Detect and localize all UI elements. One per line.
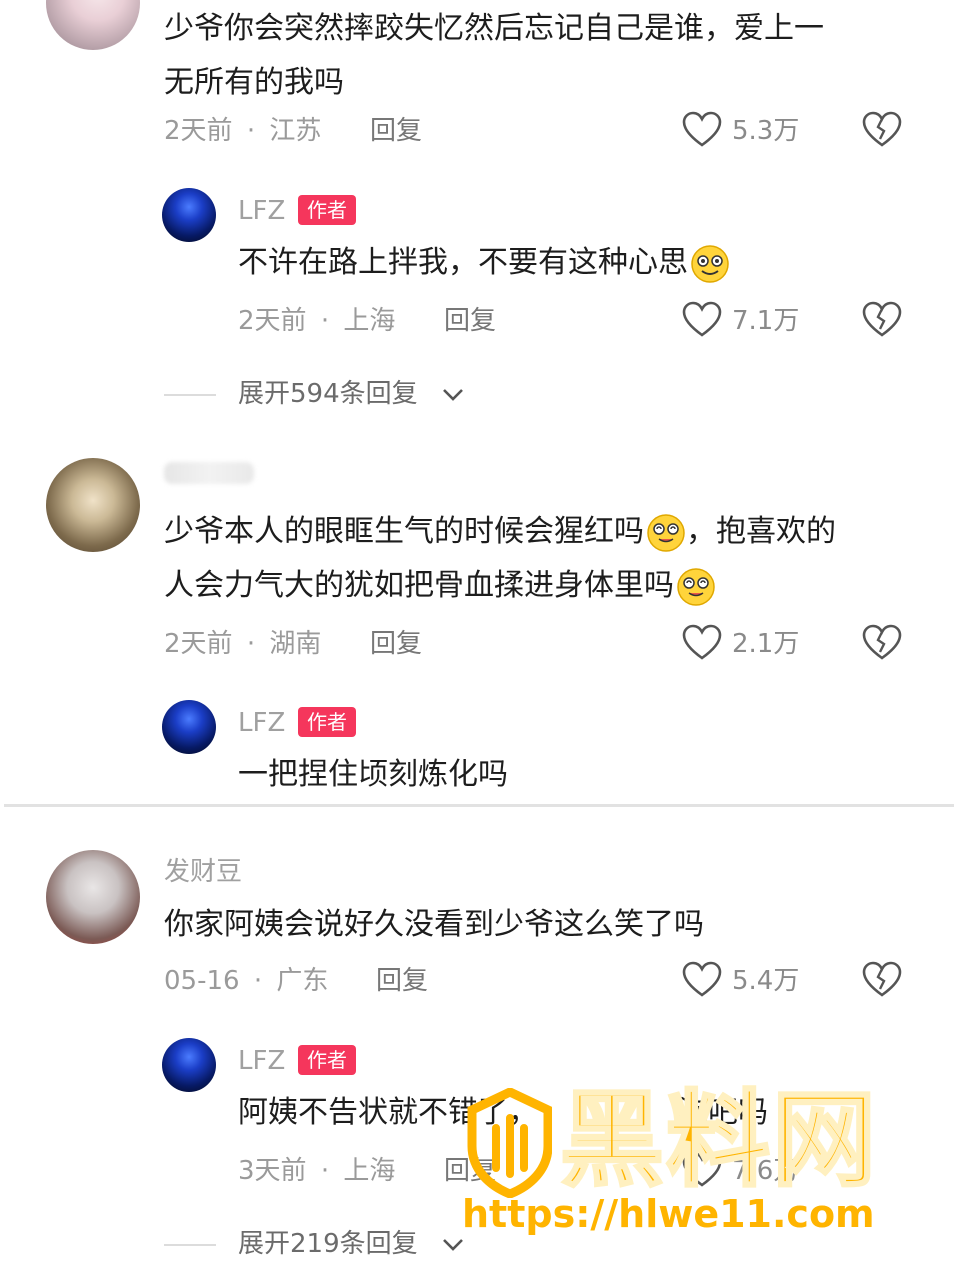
like-count: 2.1万 <box>732 629 800 659</box>
reply-button[interactable]: 回复 <box>376 966 428 996</box>
heart-icon[interactable] <box>682 961 722 999</box>
broken-heart-icon[interactable] <box>862 301 902 339</box>
comment-text-line: 无所有的我吗 <box>164 65 344 100</box>
comment-text: 少爷本人的眼眶生气的时候会猩红吗 ，抱喜欢的 人会力气大的犹如把骨血揉进身体里吗 <box>164 505 836 613</box>
blurred-username <box>164 462 254 484</box>
like-count: 5.4万 <box>732 966 800 996</box>
dizzy-emoji-icon <box>647 513 685 552</box>
watermark-url: https://hlwe11.com <box>462 1192 875 1236</box>
comment-meta: 2天前 · 湖南 <box>164 629 321 659</box>
commenter-avatar[interactable] <box>46 850 140 944</box>
reply-time: 2天前 <box>238 306 307 336</box>
commenter-avatar[interactable] <box>46 458 140 552</box>
commenter-avatar[interactable] <box>46 0 140 50</box>
watermark-brand: 黑料网 <box>558 1079 879 1202</box>
comment-meta: 05-16 · 广东 <box>164 966 328 996</box>
author-reply-text: 一把捏住顷刻炼化吗 <box>238 757 508 792</box>
broken-heart-icon[interactable] <box>862 624 902 662</box>
heart-icon[interactable] <box>682 301 722 339</box>
section-divider <box>4 804 954 807</box>
expand-divider <box>164 394 216 396</box>
author-avatar[interactable] <box>162 700 216 754</box>
author-username[interactable]: LFZ <box>238 196 285 226</box>
broken-heart-icon[interactable] <box>862 111 902 149</box>
comment-text: 你家阿姨会说好久没看到少爷这么笑了吗 <box>164 907 704 942</box>
author-avatar[interactable] <box>162 1038 216 1092</box>
reply-button[interactable]: 回复 <box>370 116 422 146</box>
meta-dot: · <box>320 306 330 336</box>
meta-dot: · <box>246 629 256 659</box>
reply-meta: 3天前 · 上海 <box>238 1156 395 1186</box>
author-username[interactable]: LFZ <box>238 1046 285 1076</box>
like-count: 5.3万 <box>732 116 800 146</box>
comment-time: 2天前 <box>164 629 233 659</box>
author-avatar[interactable] <box>162 188 216 242</box>
meta-dot: · <box>253 966 263 996</box>
reply-button[interactable]: 回复 <box>444 306 496 336</box>
broken-heart-icon[interactable] <box>862 961 902 999</box>
author-username[interactable]: LFZ <box>238 708 285 738</box>
reply-location: 上海 <box>343 306 396 336</box>
smile-emoji-icon <box>691 244 729 283</box>
like-count: 7.1万 <box>732 306 800 336</box>
comment-text-part: 少爷本人的眼眶生气的时候会猩红吗 <box>164 514 644 549</box>
heart-icon[interactable] <box>682 111 722 149</box>
chevron-down-icon[interactable] <box>442 1238 464 1252</box>
comment-text-line: 少爷本人的眼眶生气的时候会猩红吗 ，抱喜欢的 <box>164 505 836 559</box>
comment-meta: 2天前 · 江苏 <box>164 116 321 146</box>
chevron-down-icon[interactable] <box>442 388 464 402</box>
author-badge: 作者 <box>298 707 356 737</box>
author-reply-text: 不许在路上拌我，不要有这种心思 <box>238 236 730 290</box>
reply-location: 上海 <box>343 1156 396 1186</box>
comment-time: 05-16 <box>164 966 240 996</box>
heart-icon[interactable] <box>682 624 722 662</box>
reply-button[interactable]: 回复 <box>370 629 422 659</box>
comment-text-part: 人会力气大的犹如把骨血揉进身体里吗 <box>164 568 674 603</box>
comment-text-part: ，抱喜欢的 <box>686 514 836 549</box>
expand-divider <box>164 1244 216 1246</box>
expand-replies-button[interactable]: 展开594条回复 <box>238 379 418 409</box>
commenter-username[interactable]: 发财豆 <box>164 857 242 887</box>
watermark-logo-icon <box>467 1088 552 1198</box>
author-badge: 作者 <box>298 1045 356 1075</box>
reply-meta: 2天前 · 上海 <box>238 306 395 336</box>
comment-location: 广东 <box>276 966 329 996</box>
reply-text-content: 不许在路上拌我，不要有这种心思 <box>238 245 688 280</box>
expand-replies-button[interactable]: 展开219条回复 <box>238 1229 418 1259</box>
comment-time: 2天前 <box>164 116 233 146</box>
comment-location: 江苏 <box>269 116 322 146</box>
dizzy-emoji-icon <box>677 567 715 606</box>
author-badge: 作者 <box>298 195 356 225</box>
comment-text: 少爷你会突然摔跤失忆然后忘记自己是谁，爱上一 无所有的我吗 <box>164 2 824 110</box>
comment-text-line: 少爷你会突然摔跤失忆然后忘记自己是谁，爱上一 <box>164 11 824 46</box>
comment-text-line: 人会力气大的犹如把骨血揉进身体里吗 <box>164 559 836 613</box>
reply-time: 3天前 <box>238 1156 307 1186</box>
meta-dot: · <box>320 1156 330 1186</box>
comment-location: 湖南 <box>269 629 322 659</box>
meta-dot: · <box>246 116 256 146</box>
